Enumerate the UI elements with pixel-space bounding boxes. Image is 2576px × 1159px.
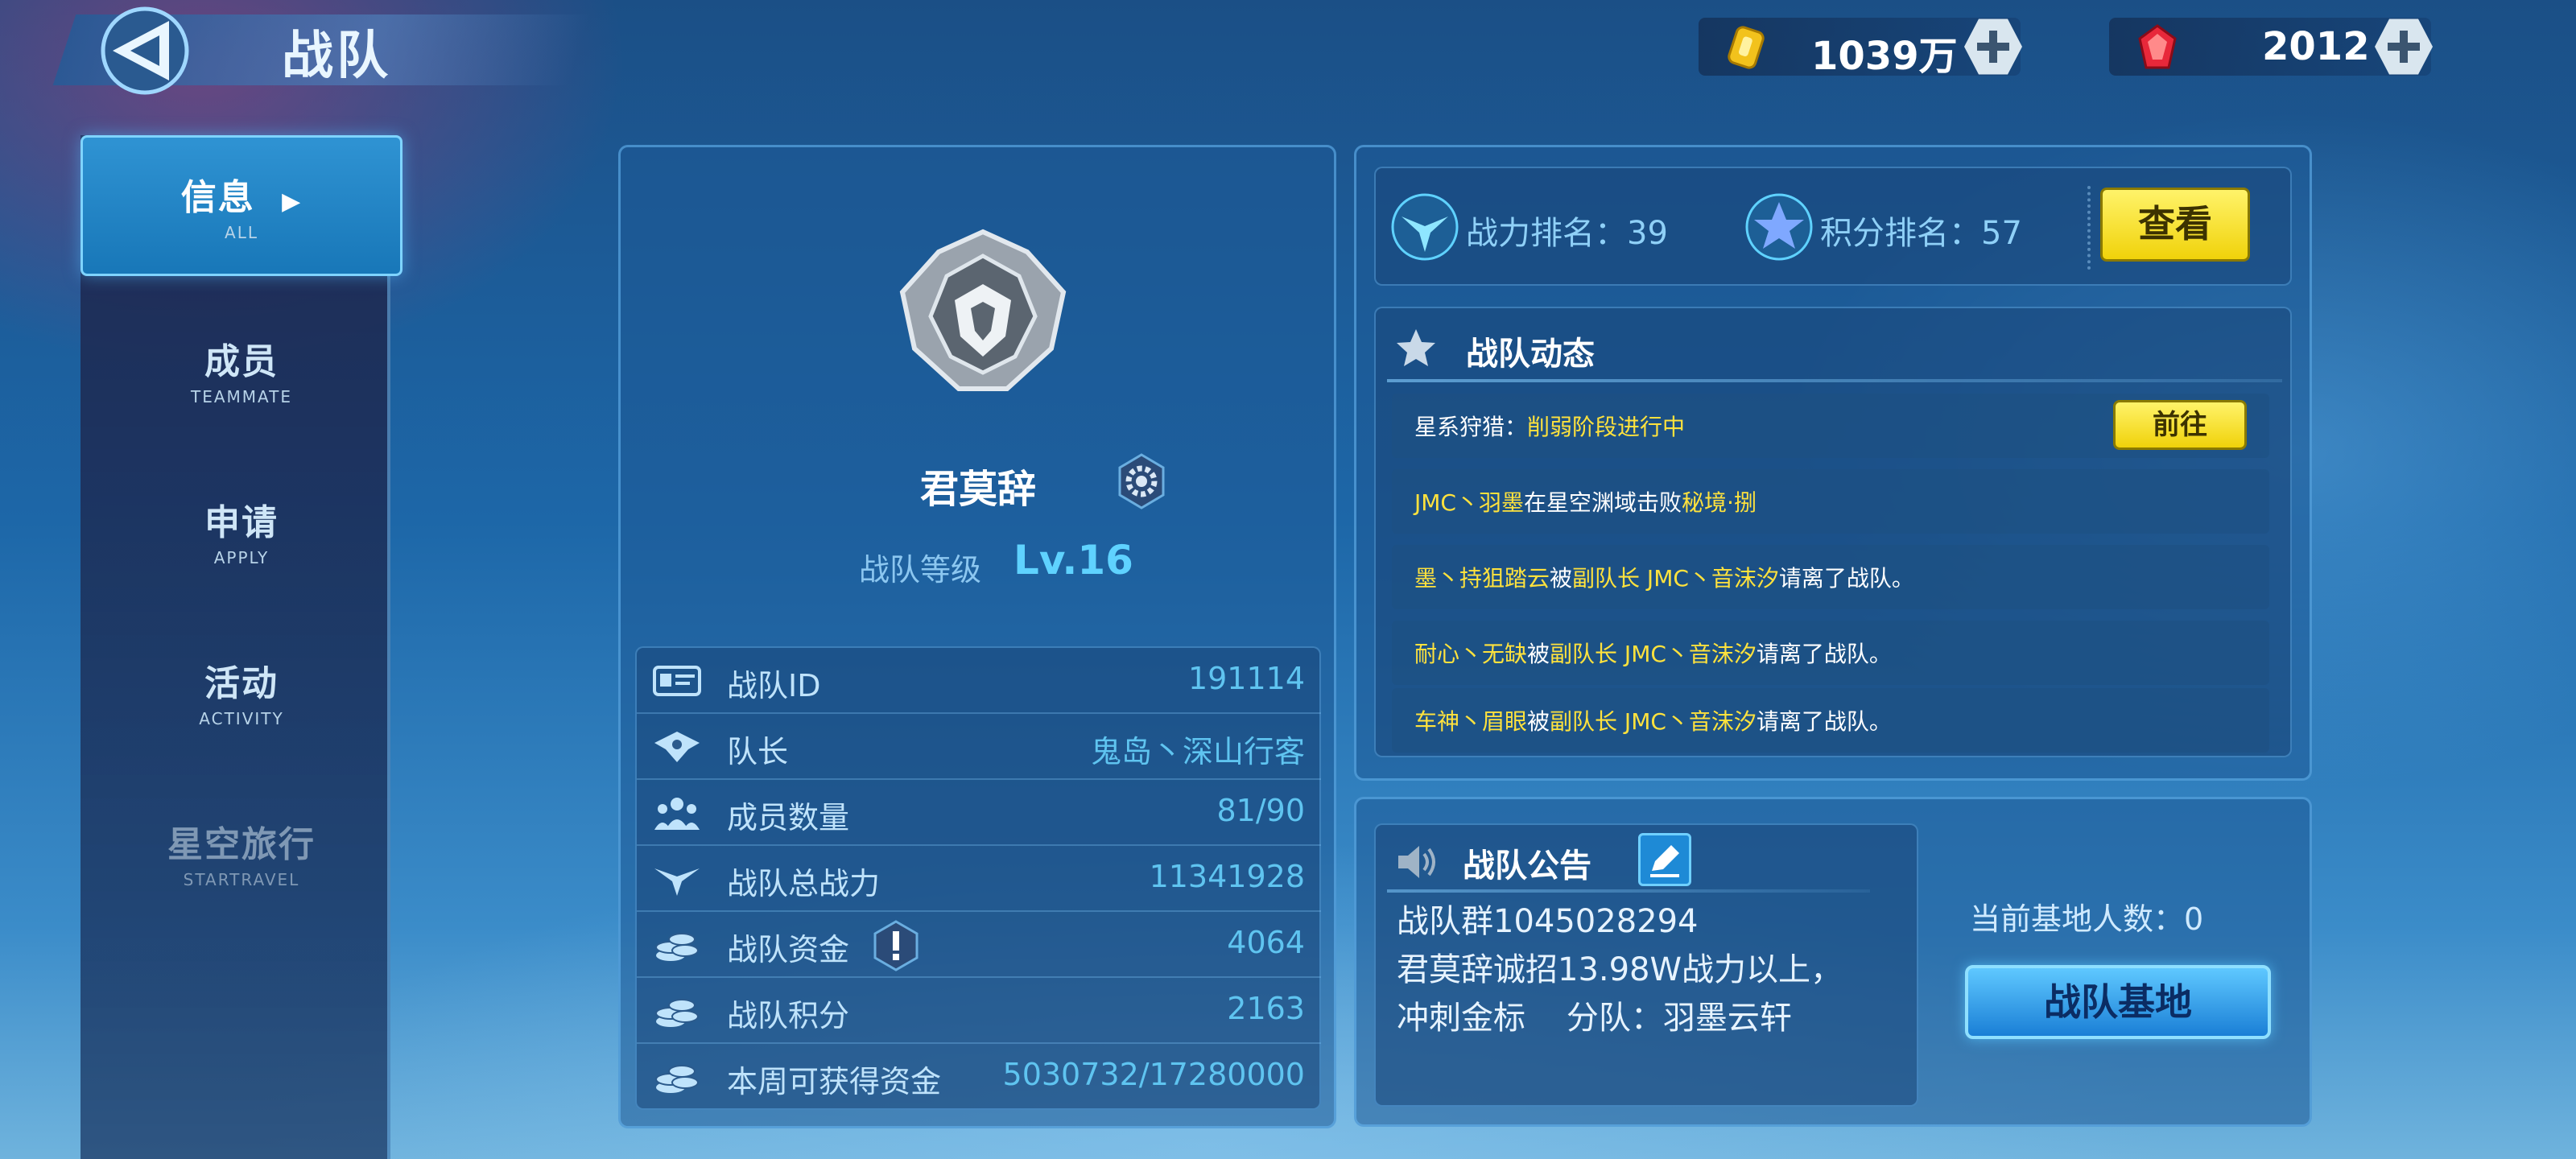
info-warning-icon[interactable] xyxy=(870,920,922,971)
divider xyxy=(2087,186,2091,270)
gold-ticket-icon xyxy=(1728,26,1765,69)
settings-gear-icon[interactable] xyxy=(1113,453,1170,509)
stat-label: 队长 xyxy=(727,734,789,769)
members-icon xyxy=(654,798,700,830)
arrow-right-icon: ▶ xyxy=(282,188,303,216)
stat-row-weekly-funds: 本周可获得资金 5030732/17280000 xyxy=(637,1044,1321,1110)
power-rank-icon xyxy=(1391,193,1459,261)
stat-value: 191114 xyxy=(1187,661,1305,696)
sidebar-item-sublabel: STARTRAVEL xyxy=(183,870,300,889)
edit-pencil-icon xyxy=(1650,845,1679,877)
captain-icon xyxy=(654,732,700,762)
news-event-row: JMC丶羽墨在星空渊域击败秘境·捌 xyxy=(1392,469,2269,534)
coins-icon xyxy=(655,933,699,961)
team-info-panel: 君莫辞 战队等级 Lv.16 战队ID 191114 队长 鬼岛丶深山行客 成员… xyxy=(618,145,1336,1128)
back-arrow-icon xyxy=(101,6,189,95)
news-event-row: 耐心丶无缺被副队长 JMC丶音沫汐请离了战队。 xyxy=(1392,621,2269,685)
news-text: 墨丶持狙踏云被副队长 JMC丶音沫汐请离了战队。 xyxy=(1414,565,1914,592)
stat-value: 2163 xyxy=(1227,991,1305,1026)
stat-label: 战队ID xyxy=(727,668,821,703)
score-rank-icon xyxy=(1745,193,1813,261)
power-rank-text: 战力排名：39 xyxy=(1466,215,1668,252)
news-hunt-row: 星系狩猎：削弱阶段进行中 前往 xyxy=(1392,394,2269,458)
coins-icon xyxy=(655,999,699,1027)
news-text: 星系狩猎：削弱阶段进行中 xyxy=(1414,414,1686,440)
sidebar-item-label: 申请 xyxy=(204,502,279,543)
team-emblem-icon xyxy=(899,229,1067,391)
sidebar-item-label: 活动 xyxy=(204,663,279,704)
stat-label: 本周可获得资金 xyxy=(727,1064,942,1099)
team-stats-list: 战队ID 191114 队长 鬼岛丶深山行客 成员数量 81/90 战队总战力 … xyxy=(635,646,1321,1110)
id-card-icon xyxy=(653,666,701,696)
view-ranking-button[interactable]: 查看 xyxy=(2100,188,2250,262)
news-title: 战队动态 xyxy=(1466,336,1595,373)
stat-value: 4064 xyxy=(1227,925,1305,960)
stat-row-team-funds: 战队资金 4064 xyxy=(637,912,1321,978)
stat-row-team-id: 战队ID 191114 xyxy=(637,648,1321,714)
notice-line: 君莫辞诚招13.98W战力以上， xyxy=(1397,951,1843,988)
team-base-button[interactable]: 战队基地 xyxy=(1965,965,2271,1039)
coins-icon xyxy=(655,1065,699,1093)
sidebar-item-activity[interactable]: 活动 ACTIVITY xyxy=(80,654,402,728)
red-gem-icon xyxy=(2138,24,2177,69)
notice-line: 冲刺金标 分队：羽墨云轩 xyxy=(1397,1000,1792,1037)
power-icon xyxy=(654,868,700,896)
ranking-news-panel: 战力排名：39 积分排名：57 查看 战队动态 星系狩猎：削弱阶段进行中 前往 … xyxy=(1354,145,2312,781)
sidebar-item-label: 成员 xyxy=(204,341,279,382)
team-name: 君莫辞 xyxy=(920,467,1037,512)
divider xyxy=(1387,889,1870,893)
sidebar-item-apply[interactable]: 申请 APPLY xyxy=(80,493,402,567)
edit-notice-button[interactable] xyxy=(1638,833,1691,886)
stat-value: 鬼岛丶深山行客 xyxy=(1090,734,1305,769)
sidebar-item-label: 星空旅行 xyxy=(167,824,316,865)
back-button[interactable] xyxy=(89,6,201,95)
sidebar-item-sublabel: APPLY xyxy=(213,548,270,567)
star-icon xyxy=(1397,329,1435,366)
news-event-row: 墨丶持狙踏云被副队长 JMC丶音沫汐请离了战队。 xyxy=(1392,545,2269,609)
stat-label: 战队资金 xyxy=(727,932,850,967)
sidebar-item-sublabel: TEAMMATE xyxy=(190,387,293,406)
stat-label: 战队总战力 xyxy=(727,866,881,901)
stat-row-total-power: 战队总战力 11341928 xyxy=(637,846,1321,912)
notice-box: 战队公告 战队群1045028294 君莫辞诚招13.98W战力以上， 冲刺金标… xyxy=(1374,823,1918,1107)
sidebar-item-sublabel: ACTIVITY xyxy=(199,709,284,728)
gem-value: 2012 xyxy=(2262,24,2370,69)
stat-row-team-score: 战队积分 2163 xyxy=(637,978,1321,1044)
stat-value: 81/90 xyxy=(1216,793,1305,828)
sidebar: 信息 ▶ ALL 成员 TEAMMATE 申请 APPLY 活动 ACTIVIT… xyxy=(80,135,402,1159)
stat-label: 成员数量 xyxy=(727,800,850,835)
sidebar-item-info[interactable]: 信息 ▶ ALL xyxy=(80,135,402,276)
sidebar-item-label: 信息 ▶ xyxy=(180,177,303,218)
news-text: 耐心丶无缺被副队长 JMC丶音沫汐请离了战队。 xyxy=(1414,641,1892,667)
notice-content: 战队群1045028294 君莫辞诚招13.98W战力以上， 冲刺金标 分队：羽… xyxy=(1397,897,1843,1042)
notice-line: 战队群1045028294 xyxy=(1397,903,1699,940)
stat-row-captain: 队长 鬼岛丶深山行客 xyxy=(637,714,1321,780)
gold-value: 1039万 xyxy=(1811,34,1958,79)
base-count-text: 当前基地人数：0 xyxy=(1970,901,2204,937)
score-rank-text: 积分排名：57 xyxy=(1820,215,2022,252)
sidebar-item-teammate[interactable]: 成员 TEAMMATE xyxy=(80,332,402,406)
stat-label: 战队积分 xyxy=(727,998,850,1033)
sidebar-item-sublabel: ALL xyxy=(225,223,258,242)
goto-button[interactable]: 前往 xyxy=(2113,400,2247,450)
notice-base-panel: 战队公告 战队群1045028294 君莫辞诚招13.98W战力以上， 冲刺金标… xyxy=(1354,797,2312,1127)
sidebar-item-startravel[interactable]: 星空旅行 STARTRAVEL xyxy=(80,815,402,889)
notice-title: 战队公告 xyxy=(1463,848,1591,885)
divider xyxy=(1387,379,2282,382)
stat-value: 11341928 xyxy=(1149,859,1305,894)
stat-row-members: 成员数量 81/90 xyxy=(637,780,1321,846)
level-value: Lv.16 xyxy=(1013,537,1133,584)
level-label: 战队等级 xyxy=(859,552,982,588)
stat-value: 5030732/17280000 xyxy=(1002,1057,1305,1092)
news-text: JMC丶羽墨在星空渊域击败秘境·捌 xyxy=(1414,489,1757,516)
ranking-bar: 战力排名：39 积分排名：57 查看 xyxy=(1374,167,2292,286)
page-title: 战队 xyxy=(282,27,391,86)
team-news-box: 战队动态 星系狩猎：削弱阶段进行中 前往 JMC丶羽墨在星空渊域击败秘境·捌 墨… xyxy=(1374,307,2292,757)
news-text: 车神丶眉眼被副队长 JMC丶音沫汐请离了战队。 xyxy=(1414,708,1892,735)
news-event-row: 车神丶眉眼被副队长 JMC丶音沫汐请离了战队。 xyxy=(1392,688,2269,753)
speaker-icon xyxy=(1398,846,1435,878)
